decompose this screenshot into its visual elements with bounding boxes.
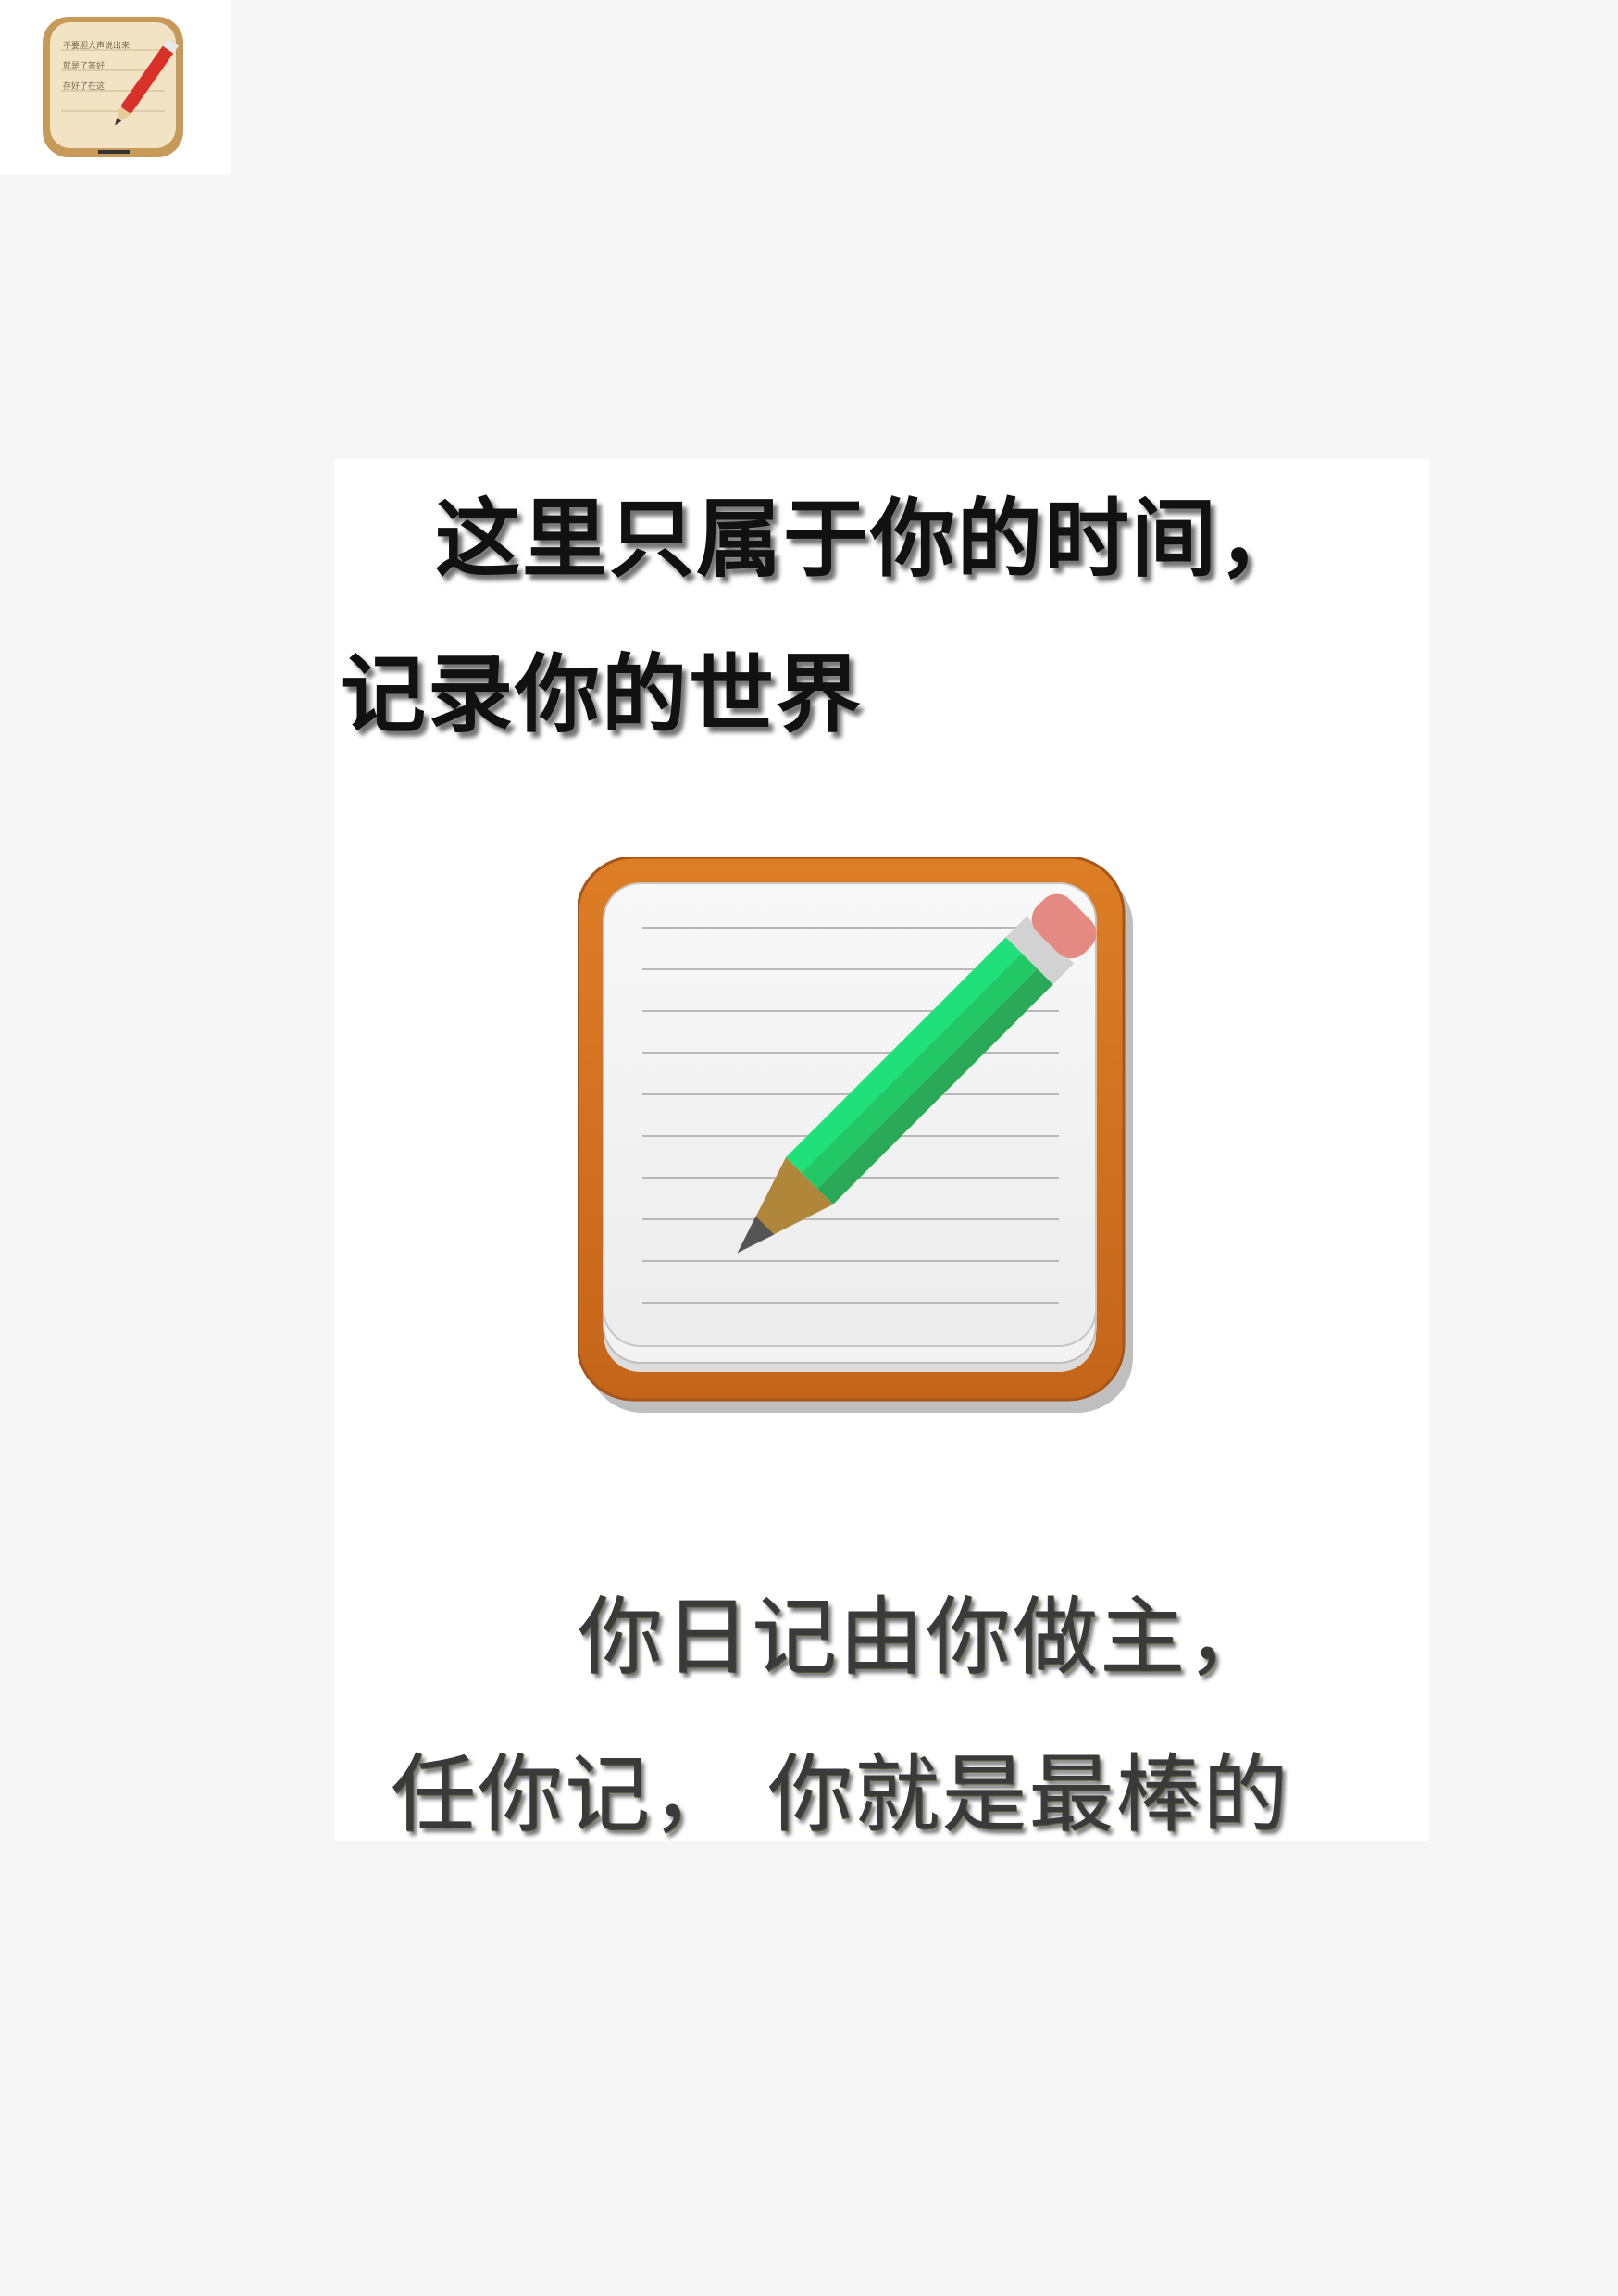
poster: 这里只属于你的时间， 记录你的世界 你日记由你做主， 任你记， 你就是最棒的: [335, 459, 1429, 1844]
app-logo: 不要胆大声说出来 就是了答好 存好了在这: [0, 0, 231, 174]
slogan-line-1: 你日记由你做主，: [578, 1588, 1275, 1687]
heading-line-2: 记录你的世界: [341, 645, 864, 744]
heading-line-1: 这里只属于你的时间，: [435, 490, 1306, 589]
notepad-pencil-icon: [578, 857, 1133, 1413]
svg-text:就是了答好: 就是了答好: [63, 60, 105, 71]
notebook-pencil-icon: 不要胆大声说出来 就是了答好 存好了在这: [43, 17, 183, 157]
svg-text:不要胆大声说出来: 不要胆大声说出来: [63, 40, 130, 51]
slogan-line-2: 任你记， 你就是最棒的: [391, 1745, 1290, 1844]
svg-text:存好了在这: 存好了在这: [63, 81, 105, 92]
